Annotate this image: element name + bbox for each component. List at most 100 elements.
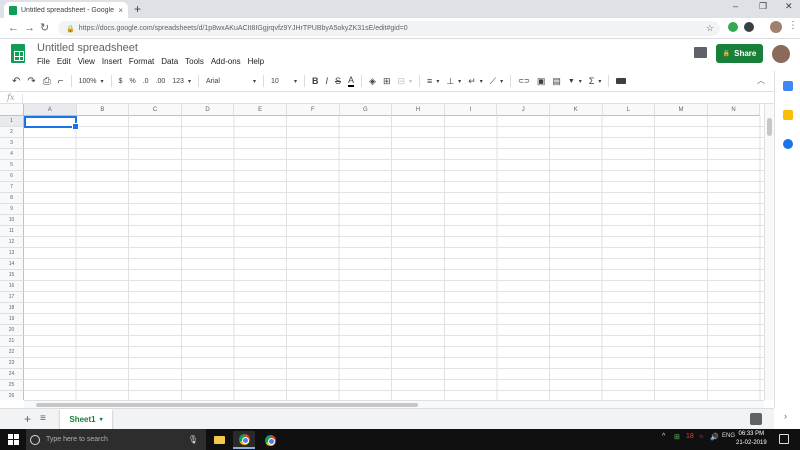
column-header-h[interactable]: H: [392, 104, 445, 116]
column-header-n[interactable]: N: [707, 104, 761, 116]
bookmark-star-icon[interactable]: ☆: [706, 23, 714, 34]
menu-edit[interactable]: Edit: [57, 57, 71, 66]
text-rotation-icon[interactable]: ⟋: [490, 76, 503, 87]
row-header-17[interactable]: 17: [0, 292, 24, 303]
taskbar-search[interactable]: Type here to search 🎙: [26, 429, 206, 450]
vertical-align-icon[interactable]: ⊥: [446, 76, 461, 87]
borders-icon[interactable]: ⊞: [383, 76, 391, 87]
horizontal-scroll-thumb[interactable]: [36, 403, 418, 407]
tray-network-icon[interactable]: ☼: [698, 433, 704, 440]
system-clock[interactable]: 06:33 PM 21-02-2019: [736, 430, 767, 448]
row-header-5[interactable]: 5: [0, 160, 24, 171]
zoom-select[interactable]: 100%: [79, 78, 104, 85]
chrome-app[interactable]: [233, 431, 255, 449]
row-header-24[interactable]: 24: [0, 369, 24, 380]
column-header-j[interactable]: J: [497, 104, 550, 116]
collapse-toolbar-icon[interactable]: ︿: [757, 75, 765, 86]
language-indicator[interactable]: ENG: [722, 433, 735, 439]
menu-view[interactable]: View: [78, 57, 95, 66]
row-header-7[interactable]: 7: [0, 182, 24, 193]
url-input[interactable]: 🔒 https://docs.google.com/spreadsheets/d…: [58, 21, 720, 36]
menu-format[interactable]: Format: [129, 57, 154, 66]
more-formats-select[interactable]: 123: [172, 78, 191, 85]
browser-profile-avatar[interactable]: [770, 21, 782, 33]
column-header-e[interactable]: E: [234, 104, 287, 116]
tasks-icon[interactable]: [783, 139, 793, 149]
column-header-k[interactable]: K: [550, 104, 603, 116]
menu-addons[interactable]: Add-ons: [211, 57, 241, 66]
spreadsheet-grid[interactable]: A B C D E F G H I J K L M N 1 2 3 4 5 6 7 8 9 10 11 12 13 14 15 16 17 1…: [0, 104, 764, 400]
row-header-10[interactable]: 10: [0, 215, 24, 226]
share-button[interactable]: 🔒 Share: [716, 44, 763, 63]
cell-area[interactable]: [24, 116, 764, 400]
insert-comment-icon[interactable]: ▣: [537, 76, 546, 87]
row-header-22[interactable]: 22: [0, 347, 24, 358]
vertical-scroll-thumb[interactable]: [767, 118, 772, 136]
row-header-20[interactable]: 20: [0, 325, 24, 336]
minimize-button[interactable]: –: [733, 1, 738, 11]
column-header-f[interactable]: F: [287, 104, 340, 116]
row-header-11[interactable]: 11: [0, 226, 24, 237]
sheets-logo-icon[interactable]: [11, 44, 25, 63]
row-header-23[interactable]: 23: [0, 358, 24, 369]
column-header-c[interactable]: C: [129, 104, 182, 116]
row-header-4[interactable]: 4: [0, 149, 24, 160]
text-color-button[interactable]: A: [348, 75, 355, 87]
percent-format-button[interactable]: %: [129, 78, 135, 85]
extension-icon[interactable]: [744, 22, 754, 32]
bold-button[interactable]: B: [312, 76, 319, 86]
comment-history-icon[interactable]: [694, 47, 707, 58]
volume-icon[interactable]: 🔊: [710, 433, 719, 441]
insert-chart-icon[interactable]: ▤: [552, 76, 561, 87]
column-header-g[interactable]: G: [339, 104, 393, 116]
italic-button[interactable]: I: [325, 76, 328, 86]
browser-menu-icon[interactable]: ⋮: [788, 20, 798, 31]
row-header-2[interactable]: 2: [0, 127, 24, 138]
row-header-1[interactable]: 1: [0, 116, 24, 127]
active-cell-a1[interactable]: [24, 116, 79, 130]
select-all-corner[interactable]: [0, 104, 24, 116]
menu-tools[interactable]: Tools: [185, 57, 204, 66]
column-header-b[interactable]: B: [76, 104, 130, 116]
fill-color-icon[interactable]: ◈: [369, 76, 376, 87]
row-header-25[interactable]: 25: [0, 380, 24, 391]
menu-insert[interactable]: Insert: [102, 57, 122, 66]
redo-icon[interactable]: ↷: [27, 76, 35, 87]
horizontal-align-icon[interactable]: ≡: [427, 76, 439, 86]
column-header-i[interactable]: I: [444, 104, 498, 116]
row-header-26[interactable]: 26: [0, 391, 24, 400]
window-close-button[interactable]: ✕: [785, 1, 793, 12]
sheet-tab-sheet1[interactable]: Sheet1 ▾: [60, 409, 112, 429]
new-tab-button[interactable]: +: [134, 2, 141, 16]
horizontal-scrollbar[interactable]: [24, 400, 764, 408]
file-explorer-app[interactable]: [208, 431, 230, 449]
explore-icon[interactable]: [750, 413, 762, 425]
text-wrap-icon[interactable]: ↵: [468, 76, 483, 87]
document-title[interactable]: Untitled spreadsheet: [37, 42, 138, 54]
back-button[interactable]: ←: [8, 21, 19, 35]
row-header-3[interactable]: 3: [0, 138, 24, 149]
row-header-8[interactable]: 8: [0, 193, 24, 204]
reload-button[interactable]: ↻: [40, 21, 49, 35]
row-header-6[interactable]: 6: [0, 171, 24, 182]
row-header-18[interactable]: 18: [0, 303, 24, 314]
browser-tab[interactable]: Untitled spreadsheet - Google Sh ×: [4, 2, 128, 18]
column-header-l[interactable]: L: [602, 104, 656, 116]
filter-icon[interactable]: ▼: [568, 78, 582, 85]
row-header-21[interactable]: 21: [0, 336, 24, 347]
paint-format-icon[interactable]: ⌐: [58, 76, 64, 87]
column-header-d[interactable]: D: [181, 104, 235, 116]
row-header-13[interactable]: 13: [0, 248, 24, 259]
tray-expand-icon[interactable]: ^: [662, 433, 665, 440]
tray-badge[interactable]: 18: [686, 433, 694, 440]
row-header-19[interactable]: 19: [0, 314, 24, 325]
keep-icon[interactable]: [783, 110, 793, 120]
menu-file[interactable]: File: [37, 57, 50, 66]
row-header-9[interactable]: 9: [0, 204, 24, 215]
column-header-m[interactable]: M: [655, 104, 708, 116]
column-header-a[interactable]: A: [24, 104, 77, 116]
chevron-down-icon[interactable]: ▾: [100, 416, 103, 423]
calendar-icon[interactable]: [783, 81, 793, 91]
row-header-16[interactable]: 16: [0, 281, 24, 292]
font-family-select[interactable]: Arial: [206, 78, 256, 85]
